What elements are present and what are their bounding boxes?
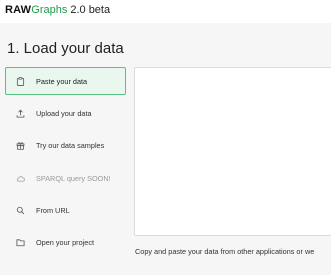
gift-icon	[15, 140, 26, 151]
app-header: RAWGraphs 2.0 beta	[0, 0, 331, 23]
menu-item-open-project[interactable]: Open your project	[5, 228, 126, 256]
search-icon	[15, 205, 26, 216]
menu-item-label: From URL	[36, 205, 70, 215]
app-logo[interactable]: RAWGraphs 2.0 beta	[5, 4, 110, 17]
menu-item-label: Open your project	[36, 237, 95, 247]
menu-item-paste-data[interactable]: Paste your data	[5, 67, 126, 95]
cloud-icon	[15, 173, 26, 184]
upload-icon	[15, 108, 26, 119]
menu-item-from-url[interactable]: From URL	[5, 196, 126, 224]
menu-item-label: Paste your data	[36, 76, 88, 86]
menu-item-label: Upload your data	[36, 108, 92, 118]
clipboard-icon	[15, 76, 26, 87]
menu-item-sparql-query: SPARQL query SOON!	[5, 164, 126, 192]
paste-data-textarea[interactable]	[134, 67, 331, 236]
menu-item-upload-data[interactable]: Upload your data	[5, 99, 126, 127]
brand-graphs: Graphs	[31, 4, 68, 16]
brand-raw: RAW	[5, 4, 32, 16]
paste-helper-text: Copy and paste your data from other appl…	[135, 247, 315, 256]
folder-icon	[15, 237, 26, 248]
menu-item-data-samples[interactable]: Try our data samples	[5, 131, 126, 159]
menu-item-label: SPARQL query SOON!	[36, 173, 111, 183]
menu-item-label: Try our data samples	[36, 140, 105, 150]
section-title: 1. Load your data	[7, 40, 124, 57]
app-version: 2.0 beta	[70, 4, 111, 16]
